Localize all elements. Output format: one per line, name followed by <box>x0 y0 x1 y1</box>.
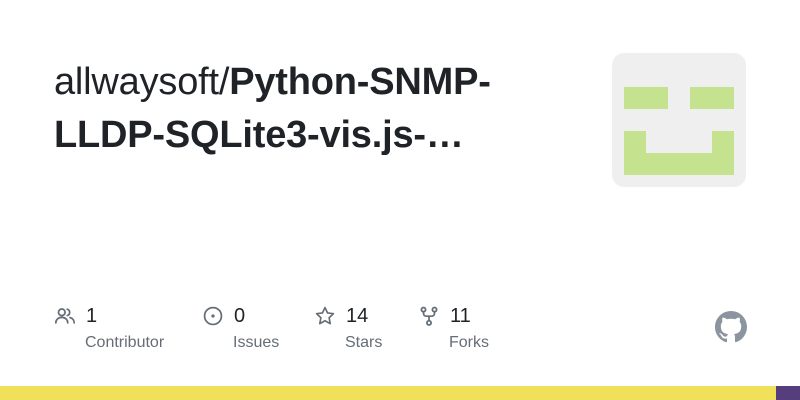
github-mark-icon[interactable] <box>715 311 747 343</box>
identicon-block <box>690 87 734 109</box>
stars-label: Stars <box>345 334 383 351</box>
repo-title[interactable]: allwaysoft/Python-SNMP- LLDP-SQLite3-vis… <box>54 56 574 162</box>
contributors-label: Contributor <box>85 334 165 351</box>
stat-issues[interactable]: 0 Issues <box>202 302 279 352</box>
forks-count: 11 <box>450 305 471 327</box>
repo-name-part-2[interactable]: LLDP-SQLite3-vis.js-… <box>54 109 574 162</box>
issues-count: 0 <box>234 305 246 327</box>
language-bar <box>0 386 800 400</box>
identicon-block <box>624 87 668 109</box>
language-bar-segment <box>776 386 800 400</box>
people-icon <box>54 305 76 327</box>
stat-forks[interactable]: 11 Forks <box>418 302 489 352</box>
repo-name-part-1[interactable]: Python-SNMP- <box>229 61 491 103</box>
owner-avatar[interactable] <box>612 53 746 187</box>
repo-title-line-1: allwaysoft/Python-SNMP- <box>54 56 574 109</box>
stat-stars[interactable]: 14 Stars <box>314 302 382 352</box>
stat-contributors[interactable]: 1 Contributor <box>54 302 164 352</box>
stars-count: 14 <box>346 305 369 327</box>
issues-label: Issues <box>233 334 280 351</box>
issue-icon <box>202 305 224 327</box>
star-icon <box>314 305 336 327</box>
repo-social-card: allwaysoft/Python-SNMP- LLDP-SQLite3-vis… <box>0 0 800 400</box>
forks-label: Forks <box>449 334 489 351</box>
identicon-block <box>624 153 734 175</box>
fork-icon <box>418 305 440 327</box>
repo-owner[interactable]: allwaysoft/ <box>54 61 229 103</box>
contributors-count: 1 <box>86 305 98 327</box>
language-bar-segment <box>0 386 776 400</box>
